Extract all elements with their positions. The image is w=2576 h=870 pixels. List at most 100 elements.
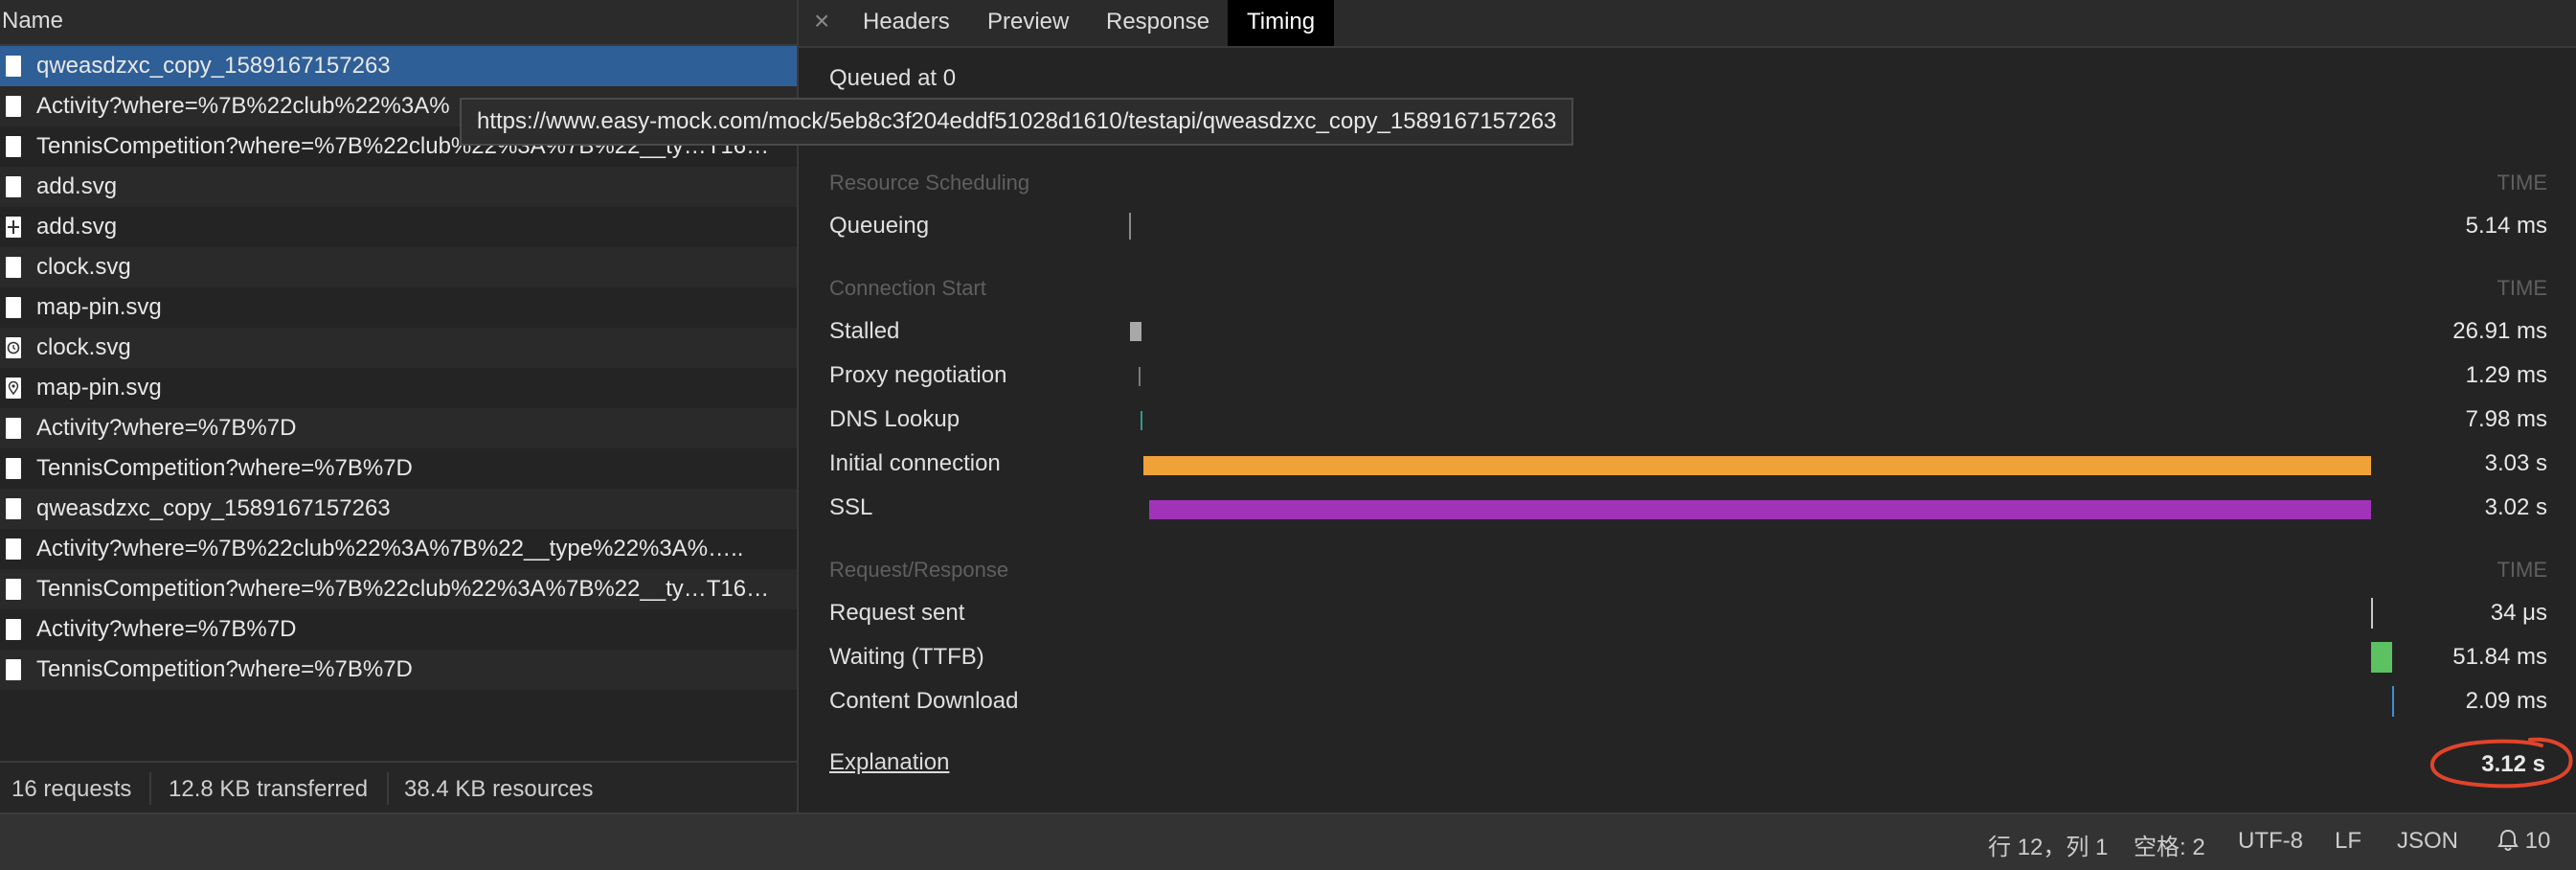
- request-name: Activity?where=%7B%22club%22%3A%7B%22__t…: [36, 536, 744, 561]
- cursor-position[interactable]: 行 12，列 1: [1988, 828, 2108, 861]
- request-list-panel: Name qweasdzxc_copy_1589167157263 Activit…: [0, 0, 1574, 814]
- section-connection-start: Connection Start: [829, 276, 986, 300]
- request-name: qweasdzxc_copy_1589167157263: [36, 53, 391, 79]
- request-name: TennisCompetition?where=%7B%7D: [36, 455, 413, 481]
- summary-divider: [149, 772, 151, 805]
- transferred-size: 12.8 KB transferred: [169, 776, 369, 802]
- time-column-header: TIME: [2497, 171, 2547, 195]
- tab-response[interactable]: Response: [1106, 0, 1209, 46]
- name-column-label: Name: [2, 8, 64, 34]
- request-name: Activity?where=%7B%7D: [36, 616, 297, 642]
- close-icon[interactable]: ×: [814, 6, 829, 36]
- request-name: TennisCompetition?where=%7B%22club%22%3A…: [36, 576, 770, 602]
- request-name: map-pin.svg: [36, 375, 162, 401]
- resources-size: 38.4 KB resources: [404, 776, 594, 802]
- content-download-value: 2.09 ms: [2465, 688, 2547, 714]
- request-name: Activity?where=%7B%7D: [36, 415, 297, 441]
- proxy-negotiation-label: Proxy negotiation: [829, 362, 1007, 388]
- proxy-negotiation-bar: [1139, 367, 1141, 386]
- request-row[interactable]: TennisCompetition?where=%7B%22club%22%3A…: [0, 569, 797, 609]
- queued-at-label: Queued at 0: [829, 65, 957, 91]
- file-icon: [6, 498, 21, 519]
- file-icon: [6, 579, 21, 600]
- request-row[interactable]: clock.svg: [0, 328, 797, 368]
- file-icon: [6, 619, 21, 640]
- file-icon: [6, 56, 21, 77]
- url-tooltip: https://www.easy-mock.com/mock/5eb8c3f20…: [460, 98, 1574, 146]
- request-row[interactable]: map-pin.svg: [0, 368, 797, 408]
- explanation-link[interactable]: Explanation: [829, 749, 949, 776]
- request-name: TennisCompetition?where=%7B%7D: [36, 656, 413, 682]
- language-mode[interactable]: JSON: [2397, 828, 2458, 855]
- request-name: qweasdzxc_copy_1589167157263: [36, 495, 391, 521]
- request-row[interactable]: Activity?where=%7B%7D: [0, 609, 797, 650]
- stalled-bar: [1130, 322, 1141, 341]
- request-row[interactable]: qweasdzxc_copy_1589167157263: [0, 489, 797, 529]
- notification-count: 10: [2524, 828, 2551, 854]
- content-download-label: Content Download: [829, 688, 1019, 714]
- request-row[interactable]: add.svg: [0, 167, 797, 207]
- initial-connection-bar: [1143, 456, 2371, 475]
- dns-lookup-bar: [1141, 411, 1142, 430]
- request-name: map-pin.svg: [36, 294, 162, 320]
- request-name: clock.svg: [36, 254, 131, 280]
- notifications-button[interactable]: 10: [2497, 828, 2550, 855]
- file-icon: [6, 458, 21, 479]
- dns-lookup-label: DNS Lookup: [829, 406, 960, 432]
- plus-file-icon: [6, 217, 21, 238]
- request-sent-label: Request sent: [829, 600, 965, 626]
- line-ending-setting[interactable]: LF: [2335, 828, 2361, 855]
- tab-headers[interactable]: Headers: [863, 0, 950, 46]
- request-name: Activity?where=%7B%22club%22%3A%: [36, 93, 450, 119]
- file-icon: [6, 257, 21, 278]
- queueing-label: Queueing: [829, 213, 930, 239]
- file-icon: [6, 659, 21, 680]
- file-icon: [6, 297, 21, 318]
- proxy-negotiation-value: 1.29 ms: [2465, 362, 2547, 388]
- editor-status-bar: 行 12，列 1 空格: 2 UTF-8 LF JSON 10: [0, 813, 2576, 870]
- section-request-response: Request/Response: [829, 558, 1009, 582]
- request-row[interactable]: qweasdzxc_copy_1589167157263: [0, 46, 797, 86]
- indentation-setting[interactable]: 空格: 2: [2134, 828, 2205, 861]
- waiting-ttfb-value: 51.84 ms: [2452, 644, 2547, 670]
- initial-connection-value: 3.03 s: [2484, 450, 2547, 476]
- tab-timing[interactable]: Timing: [1228, 0, 1335, 46]
- ssl-value: 3.02 s: [2484, 494, 2547, 520]
- file-icon: [6, 418, 21, 439]
- clock-file-icon: [6, 337, 21, 358]
- waiting-ttfb-label: Waiting (TTFB): [829, 644, 984, 670]
- queueing-bar: [1129, 213, 1131, 240]
- tab-preview[interactable]: Preview: [987, 0, 1069, 46]
- encoding-setting[interactable]: UTF-8: [2238, 828, 2303, 855]
- annotation-circle: [2429, 737, 2573, 789]
- request-row[interactable]: Activity?where=%7B%7D: [0, 408, 797, 448]
- queueing-value: 5.14 ms: [2465, 213, 2547, 239]
- dns-lookup-value: 7.98 ms: [2465, 406, 2547, 432]
- ssl-bar: [1149, 500, 2371, 519]
- waiting-ttfb-bar: [2371, 642, 2392, 673]
- request-row[interactable]: Activity?where=%7B%22club%22%3A%7B%22__t…: [0, 529, 797, 569]
- request-row[interactable]: map-pin.svg: [0, 287, 797, 328]
- bell-icon: [2497, 829, 2519, 851]
- time-column-header: TIME: [2497, 558, 2547, 582]
- request-row[interactable]: clock.svg: [0, 247, 797, 287]
- request-sent-bar: [2371, 598, 2373, 629]
- request-row[interactable]: TennisCompetition?where=%7B%7D: [0, 650, 797, 690]
- details-tab-bar: × Headers Preview Response Timing: [799, 0, 2576, 48]
- time-column-header: TIME: [2497, 276, 2547, 300]
- request-name: clock.svg: [36, 334, 131, 360]
- network-summary-bar: 16 requests 12.8 KB transferred 38.4 KB …: [0, 761, 797, 814]
- request-row[interactable]: TennisCompetition?where=%7B%7D: [0, 448, 797, 489]
- content-download-bar: [2392, 686, 2394, 717]
- request-name: add.svg: [36, 214, 118, 240]
- name-column-header[interactable]: Name: [0, 0, 797, 46]
- request-sent-value: 34 μs: [2490, 600, 2547, 626]
- stalled-value: 26.91 ms: [2452, 318, 2547, 344]
- summary-divider: [387, 772, 389, 805]
- request-row[interactable]: add.svg: [0, 207, 797, 247]
- initial-connection-label: Initial connection: [829, 450, 1001, 476]
- file-icon: [6, 538, 21, 560]
- file-icon: [6, 136, 21, 157]
- file-icon: [6, 176, 21, 197]
- ssl-label: SSL: [829, 494, 873, 520]
